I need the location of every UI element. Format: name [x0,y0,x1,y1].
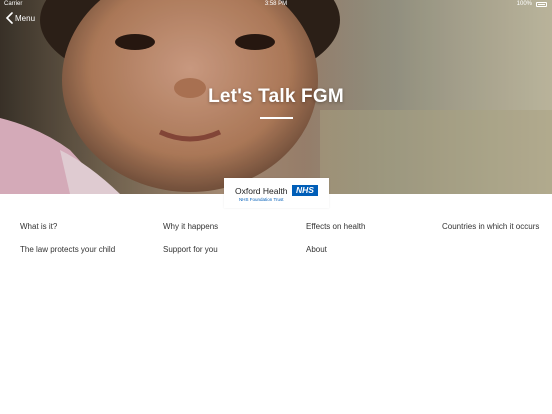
logo-org-name: Oxford Health [235,186,288,196]
menu-item-support[interactable]: Support for you [163,245,218,254]
status-bar: Carrier 3:58 PM 100% [0,0,552,9]
menu-back-button[interactable]: Menu [5,12,35,24]
hero-banner: Carrier 3:58 PM 100% Menu Let's Talk FGM [0,0,552,194]
menu-back-label: Menu [15,13,36,23]
menu-item-why-it-happens[interactable]: Why it happens [163,222,218,231]
chevron-left-icon [5,12,13,24]
menu-item-countries[interactable]: Countries in which it occurs [442,222,539,231]
title-divider [260,117,293,119]
menu-item-about[interactable]: About [306,245,327,254]
menu-item-law[interactable]: The law protects your child [20,245,115,254]
menu-item-what-is-it[interactable]: What is it? [20,222,57,231]
battery-percent: 100% [516,1,532,7]
oxford-health-logo: Oxford Health NHS NHS Foundation Trust [224,178,329,208]
menu-item-effects-on-health[interactable]: Effects on health [306,222,365,231]
battery-icon [536,1,547,7]
clock: 3:58 PM [264,1,288,7]
nhs-badge: NHS [292,185,318,196]
logo-trust-name: NHS Foundation Trust [239,197,284,202]
page-title: Let's Talk FGM [208,86,344,107]
